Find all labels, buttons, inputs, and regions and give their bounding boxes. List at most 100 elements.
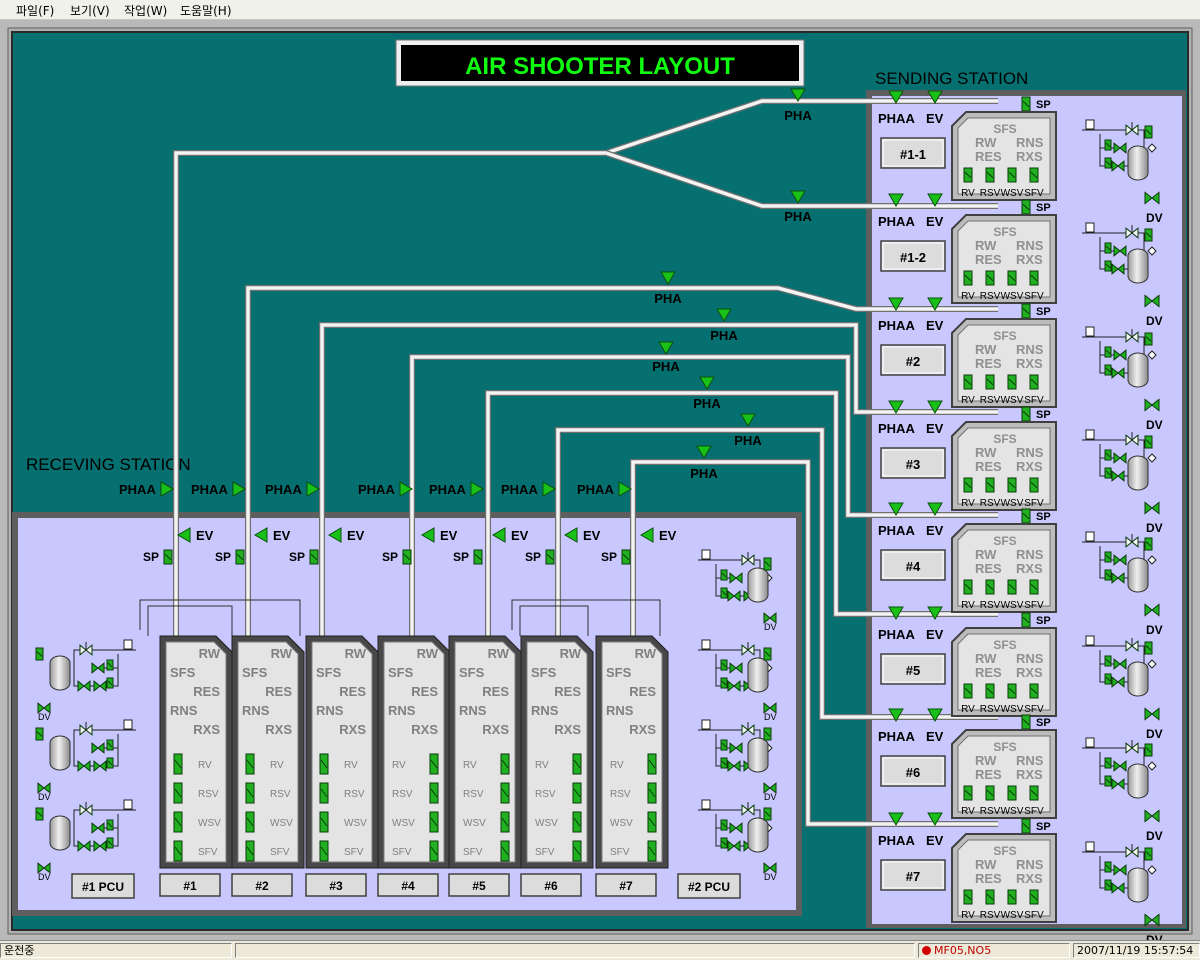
dv-label: DV — [1146, 521, 1163, 535]
sfs-label: SFS — [993, 534, 1016, 548]
valve-label: RV — [463, 760, 477, 771]
phaa-label: PHAA — [878, 421, 915, 436]
res-label: RES — [975, 665, 1002, 680]
rns-label: RNS — [1016, 135, 1044, 150]
send-station-button-label[interactable]: #6 — [906, 765, 920, 780]
valve-label: RSV — [980, 600, 1001, 611]
ev-label: EV — [926, 318, 944, 333]
receiving-box-label: RES — [193, 684, 220, 699]
rxs-label: RXS — [1016, 665, 1043, 680]
valve-label: RSV — [980, 704, 1001, 715]
send-station-button-label[interactable]: #7 — [906, 869, 920, 884]
regulator-icon — [1085, 119, 1095, 130]
regulator-icon — [1085, 222, 1095, 233]
valve-label: SFV — [270, 847, 290, 858]
valve-label: RV — [535, 760, 549, 771]
valve-label: RSV — [535, 789, 556, 800]
tank-icon — [1127, 352, 1149, 388]
send-station-button-label[interactable]: #4 — [906, 559, 921, 574]
valve-label: RV — [961, 498, 975, 509]
valve-label: RV — [961, 806, 975, 817]
dv-label: DV — [1146, 933, 1163, 940]
tank-icon — [1127, 661, 1149, 697]
recv-station-button-label[interactable]: #2 — [255, 879, 269, 893]
valve-label: SFV — [1024, 806, 1044, 817]
valve-label: WSV — [1001, 910, 1024, 921]
tank-icon — [1127, 763, 1149, 799]
page-title: AIR SHOOTER LAYOUT — [465, 53, 735, 80]
valve-label: SFV — [1024, 498, 1044, 509]
rxs-label: RXS — [1016, 459, 1043, 474]
valve-label: SFV — [392, 847, 412, 858]
res-label: RES — [975, 149, 1002, 164]
receiving-box-label: RNS — [388, 703, 416, 718]
receiving-station-label: RECEVING STATION — [26, 455, 191, 474]
ev-label: EV — [926, 729, 944, 744]
rw-label: RW — [975, 857, 997, 872]
receiving-box-label: RES — [339, 684, 366, 699]
status-alarm: MF05,NO5 — [918, 943, 1070, 958]
send-station-button-label[interactable]: #1-1 — [900, 147, 926, 162]
recv-station-button-label[interactable]: #5 — [472, 879, 486, 893]
menu-view[interactable]: 보기(V) — [70, 2, 110, 19]
sp-label: SP — [1036, 99, 1051, 111]
phaa-label: PHAA — [119, 482, 156, 497]
valve-label: SFV — [463, 847, 483, 858]
regulator-icon — [1085, 635, 1095, 646]
recv-station-button-label[interactable]: #6 — [544, 879, 558, 893]
valve-label: RSV — [980, 498, 1001, 509]
status-empty — [235, 943, 915, 958]
valve-label: RV — [961, 600, 975, 611]
rw-label: RW — [975, 445, 997, 460]
recv-station-button-label[interactable]: #1 — [183, 879, 197, 893]
dv-label: DV — [764, 792, 777, 802]
res-label: RES — [975, 561, 1002, 576]
ev-label: EV — [926, 523, 944, 538]
valve-label: RV — [961, 910, 975, 921]
valve-label: RSV — [980, 395, 1001, 406]
dv-label: DV — [1146, 211, 1163, 225]
ev-label: EV — [926, 627, 944, 642]
valve-label: WSV — [1001, 395, 1024, 406]
tank-icon — [1127, 145, 1149, 181]
sfs-label: SFS — [993, 740, 1016, 754]
rns-label: RNS — [1016, 651, 1044, 666]
dv-label: DV — [1146, 623, 1163, 637]
menu-help[interactable]: 도움말(H) — [180, 2, 232, 19]
recv-station-button-label[interactable]: #4 — [401, 879, 415, 893]
recv-station-button-label[interactable]: #3 — [329, 879, 343, 893]
valve-label: RV — [344, 760, 358, 771]
receiving-box-label: RW — [560, 646, 582, 661]
receiving-box-label: SFS — [316, 665, 342, 680]
dv-label: DV — [1146, 418, 1163, 432]
sp-label: SP — [289, 550, 305, 564]
pcu-button-label[interactable]: #2 PCU — [688, 880, 730, 894]
valve-label: SFV — [1024, 291, 1044, 302]
rxs-label: RXS — [1016, 871, 1043, 886]
send-station-button-label[interactable]: #1-2 — [900, 250, 926, 265]
valve-label: RV — [961, 291, 975, 302]
pha-label: PHA — [734, 433, 762, 448]
receiving-box-label: RW — [635, 646, 657, 661]
send-station-button-label[interactable]: #2 — [906, 354, 920, 369]
tank-icon — [1127, 248, 1149, 284]
regulator-icon — [701, 799, 711, 810]
status-bar: 운전중 MF05,NO5 2007/11/19 15:57:54 — [0, 940, 1200, 960]
ev-label: EV — [583, 528, 601, 543]
regulator-icon — [1085, 737, 1095, 748]
regulator-icon — [701, 719, 711, 730]
rw-label: RW — [975, 135, 997, 150]
pcu-button-label[interactable]: #1 PCU — [82, 880, 124, 894]
recv-station-button-label[interactable]: #7 — [619, 879, 633, 893]
send-station-button-label[interactable]: #3 — [906, 457, 920, 472]
menu-file[interactable]: 파일(F) — [16, 2, 54, 19]
valve-label: WSV — [610, 818, 633, 829]
ev-label: EV — [511, 528, 529, 543]
sp-label: SP — [601, 550, 617, 564]
menu-work[interactable]: 작업(W) — [124, 2, 167, 19]
send-station-button-label[interactable]: #5 — [906, 663, 920, 678]
phaa-label: PHAA — [878, 627, 915, 642]
receiving-box-label: RW — [199, 646, 221, 661]
receiving-box-label: RXS — [482, 722, 509, 737]
valve-label: SFV — [198, 847, 218, 858]
